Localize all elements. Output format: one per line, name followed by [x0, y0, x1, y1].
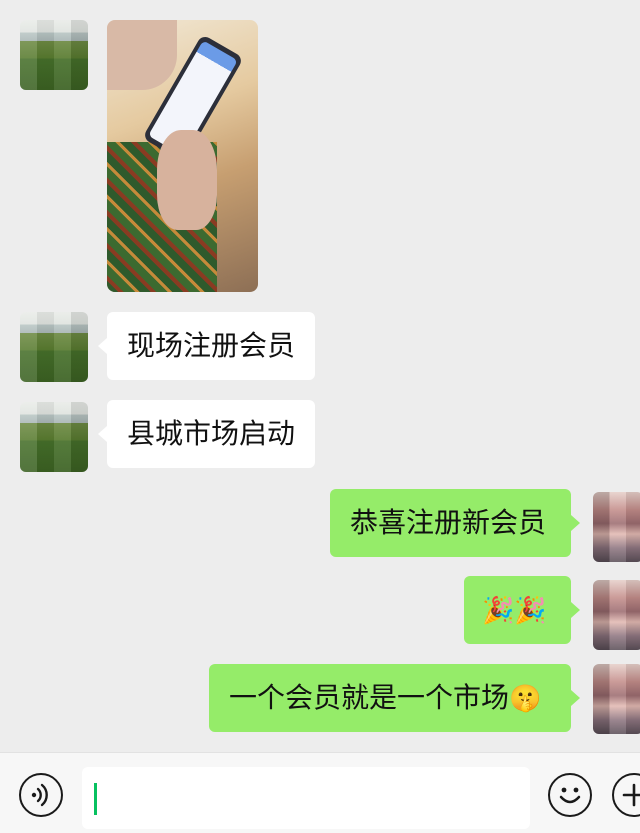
message-bubble-outgoing[interactable]: 恭喜注册新会员 [330, 489, 580, 557]
emoji-button[interactable] [548, 773, 592, 817]
sender-avatar[interactable] [20, 20, 88, 90]
input-bar [0, 752, 640, 833]
plus-icon [622, 783, 640, 806]
my-avatar[interactable] [593, 492, 640, 562]
message-text: 现场注册会员 [127, 329, 296, 362]
my-avatar[interactable] [593, 580, 640, 650]
message-text: 县城市场启动 [127, 417, 296, 450]
chat-area[interactable]: 现场注册会员 县城市场启动 恭喜注册新会员 🎉🎉 一个会员就是一个市场🤫 [0, 0, 640, 752]
sender-avatar[interactable] [20, 312, 88, 382]
my-avatar[interactable] [593, 664, 640, 734]
voice-icon [31, 783, 48, 806]
message-text: 一个会员就是一个市场 [229, 681, 510, 714]
voice-button[interactable] [19, 773, 63, 817]
message-bubble-incoming[interactable]: 县城市场启动 [97, 400, 316, 468]
message-bubble-outgoing[interactable]: 一个会员就是一个市场🤫 [209, 664, 580, 732]
message-bubble-outgoing[interactable]: 🎉🎉 [464, 576, 580, 644]
text-caret [94, 783, 97, 815]
sender-avatar[interactable] [20, 402, 88, 472]
photo-message[interactable] [107, 20, 258, 292]
photo-hand [157, 130, 217, 230]
photo-arm [107, 20, 177, 90]
party-popper-emoji: 🎉🎉 [482, 596, 547, 626]
smiley-icon [559, 787, 580, 803]
shushing-emoji: 🤫 [509, 684, 542, 714]
message-text: 恭喜注册新会员 [350, 506, 547, 539]
more-button[interactable] [612, 773, 640, 817]
message-input[interactable] [82, 767, 530, 829]
message-bubble-incoming[interactable]: 现场注册会员 [97, 312, 316, 380]
